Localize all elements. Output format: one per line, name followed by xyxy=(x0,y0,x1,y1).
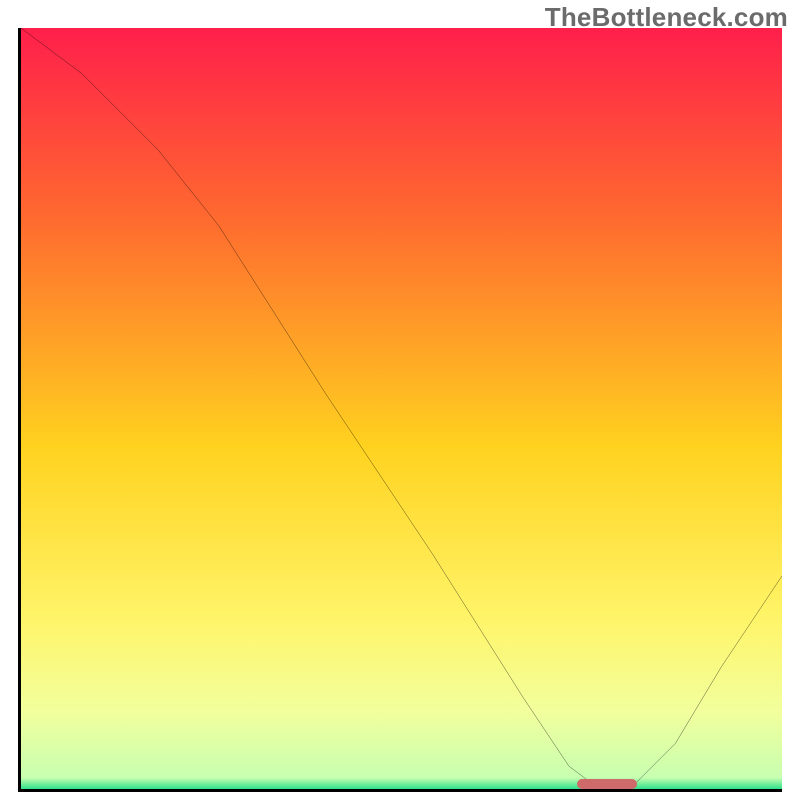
chart-svg xyxy=(21,28,782,789)
background-rect xyxy=(21,28,782,789)
optimal-marker xyxy=(577,779,638,789)
plot-area xyxy=(18,28,782,792)
chart-frame: TheBottleneck.com xyxy=(0,0,800,800)
